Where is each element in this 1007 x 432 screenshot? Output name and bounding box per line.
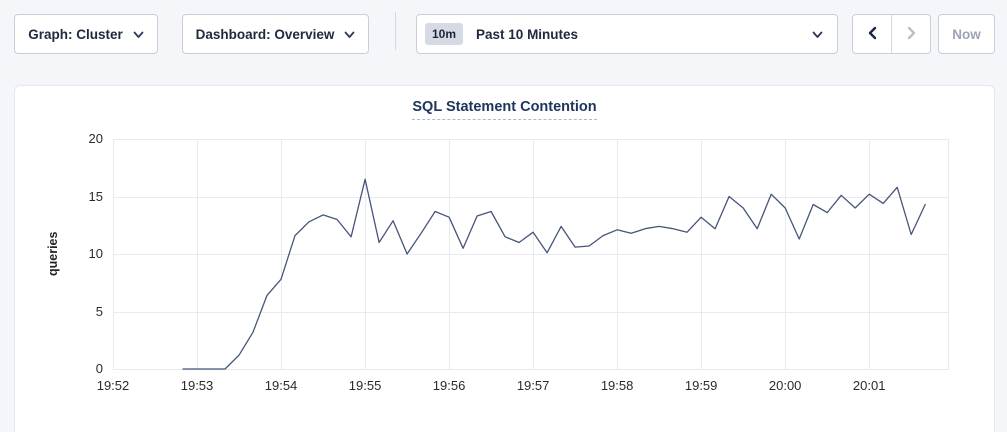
toolbar-divider <box>395 12 396 50</box>
x-tick-label: 19:56 <box>418 377 480 395</box>
x-tick-label: 19:57 <box>502 377 564 395</box>
y-tick-label: 0 <box>15 360 103 378</box>
time-range-label: Past 10 Minutes <box>476 27 812 42</box>
x-tick-label: 19:54 <box>250 377 312 395</box>
y-tick-label: 15 <box>15 188 103 206</box>
x-tick-label: 19:58 <box>586 377 648 395</box>
chevron-down-icon <box>133 27 144 42</box>
y-tick-label: 5 <box>15 303 103 321</box>
x-tick-label: 19:52 <box>82 377 144 395</box>
x-tick-label: 19:53 <box>166 377 228 395</box>
chevron-down-icon <box>812 27 823 42</box>
dashboard-dropdown[interactable]: Dashboard: Overview <box>182 14 369 54</box>
chevron-down-icon <box>344 27 355 42</box>
y-tick-label: 20 <box>15 130 103 148</box>
now-button[interactable]: Now <box>938 14 995 54</box>
graph-dropdown-label: Graph: Cluster <box>28 27 123 42</box>
line-chart[interactable] <box>113 139 949 369</box>
chart-panel: SQL Statement Contention queries 0510152… <box>14 85 995 432</box>
graph-dropdown[interactable]: Graph: Cluster <box>14 14 158 54</box>
chart-title-row: SQL Statement Contention <box>15 98 994 120</box>
time-range-selector[interactable]: 10m Past 10 Minutes <box>416 14 838 54</box>
x-tick-label: 19:59 <box>670 377 732 395</box>
time-range-badge: 10m <box>425 23 463 45</box>
y-tick-label: 10 <box>15 245 103 263</box>
data-line <box>183 179 925 369</box>
x-tick-label: 20:00 <box>754 377 816 395</box>
x-tick-label: 19:55 <box>334 377 396 395</box>
dashboard-dropdown-label: Dashboard: Overview <box>196 27 335 42</box>
chevron-right-icon <box>905 26 918 43</box>
chevron-left-icon <box>866 26 879 43</box>
time-prev-button[interactable] <box>853 15 891 53</box>
time-nav-group <box>852 14 931 54</box>
chart-title[interactable]: SQL Statement Contention <box>412 99 596 120</box>
time-next-button[interactable] <box>891 15 930 53</box>
x-tick-label: 20:01 <box>838 377 900 395</box>
